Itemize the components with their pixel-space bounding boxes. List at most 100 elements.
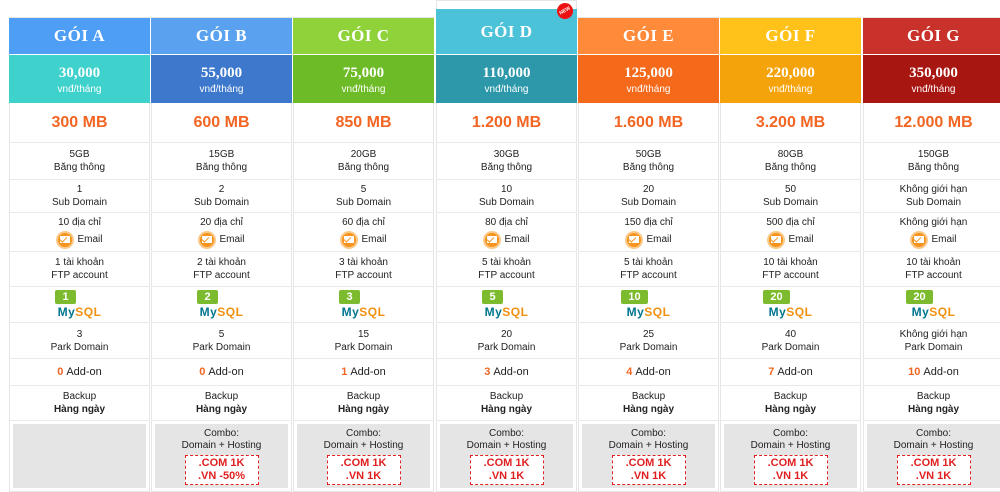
addon-value: 4 [626,366,633,378]
park-domain-row: Không giới hạn Park Domain [863,323,1000,359]
combo-box: Combo: Domain + Hosting .COM 1K .VN -50% [155,424,288,488]
park-domain-label: Park Domain [477,341,536,353]
ftp-row: 2 tài khoản FTP account [151,252,292,287]
subdomain-value: 10 [500,184,513,195]
addon-value: 0 [199,366,206,378]
plan-column: GÓI E 125,000 vnđ/tháng 1.600 MB 50GB Băng th… [578,0,719,492]
mysql-logo-icon: MySQL [626,305,671,319]
bandwidth-row: 50GB Băng thông [578,143,719,180]
email-row: 10 địa chỉ Email [9,213,150,252]
email-value: 150 địa chỉ [624,216,673,228]
addon-row: 1 Add-on [293,359,434,386]
ftp-value: 5 tài khoản [482,257,531,268]
email-label: Email [504,234,530,245]
plan-name: GÓI G [863,18,1000,54]
bandwidth-row: 5GB Băng thông [9,143,150,180]
addon-label: Add-on [350,366,386,378]
bandwidth-row: 15GB Băng thông [151,143,292,180]
ftp-value: 1 tài khoản [55,257,104,268]
bandwidth-label: Băng thông [764,162,817,173]
mysql-count-badge: 20 [763,290,790,304]
email-value: 500 địa chỉ [766,216,815,228]
email-value: 10 địa chỉ [58,216,101,228]
plan-price: 75,000 [342,65,385,81]
backup-value: Hàng ngày [622,404,675,415]
promo-box[interactable]: .COM 1K .VN 1K [326,455,401,485]
plan-price-block: 125,000 vnđ/tháng [578,55,719,103]
mysql-logo-icon: MySQL [484,305,529,319]
mysql-count-badge: 20 [906,290,933,304]
subdomain-value: 20 [642,184,655,195]
plan-name: GÓI F [720,18,861,54]
mysql-row: 5 MySQL [436,287,577,323]
plan-name: GÓI E [578,18,719,54]
subdomain-label: Sub Domain [620,197,677,208]
subdomain-label: Sub Domain [762,197,819,208]
promo-vn: .VN 1K [630,470,667,482]
combo-label: Combo: [630,428,666,439]
bandwidth-value: 30GB [493,149,520,160]
mysql-logo-icon: MySQL [199,305,244,319]
subdomain-row: 5 Sub Domain [293,180,434,213]
subdomain-value: 5 [360,184,367,195]
park-domain-label: Park Domain [50,341,109,353]
addon-value: 1 [341,366,348,378]
promo-vn: .VN 1K [915,470,952,482]
promo-com: .COM 1K [910,457,957,469]
park-domain-value: Không giới hạn [899,328,968,340]
park-domain-row: 40 Park Domain [720,323,861,359]
storage-value: 3.200 MB [720,103,861,143]
park-domain-label: Park Domain [619,341,678,353]
storage-value: 1.200 MB [436,103,577,143]
storage-value: 850 MB [293,103,434,143]
backup-row: Backup Hàng ngày [9,386,150,421]
bandwidth-label: Băng thông [480,162,533,173]
plan-price-block: 55,000 vnđ/tháng [151,55,292,103]
subdomain-row: 10 Sub Domain [436,180,577,213]
promo-vn: .VN 1K [488,470,525,482]
park-domain-row: 5 Park Domain [151,323,292,359]
backup-value: Hàng ngày [764,404,817,415]
email-row: 150 địa chỉ Email [578,213,719,252]
email-icon [56,230,75,249]
combo-label: Combo: [345,428,381,439]
combo-label: Combo: [772,428,808,439]
subdomain-value: Không giới hạn [899,184,968,195]
email-row: 20 địa chỉ Email [151,213,292,252]
bandwidth-row: 30GB Băng thông [436,143,577,180]
backup-label: Backup [489,391,524,402]
addon-value: 0 [57,366,64,378]
email-row: 500 địa chỉ Email [720,213,861,252]
subdomain-row: Không giới hạn Sub Domain [863,180,1000,213]
plan-name: GÓI D [436,9,577,54]
bandwidth-value: 150GB [917,149,950,160]
mysql-row: 3 MySQL [293,287,434,323]
email-row: 60 địa chỉ Email [293,213,434,252]
backup-value: Hàng ngày [195,404,248,415]
mysql-count-badge: 10 [621,290,648,304]
promo-box[interactable]: .COM 1K .VN 1K [896,455,971,485]
bandwidth-row: 150GB Băng thông [863,143,1000,180]
mysql-logo-icon: MySQL [768,305,813,319]
addon-value: 7 [768,366,775,378]
addon-label: Add-on [493,366,529,378]
promo-box[interactable]: .COM 1K .VN 1K [753,455,828,485]
price-period: vnđ/tháng [484,84,529,95]
price-period: vnđ/tháng [768,84,813,95]
subdomain-row: 50 Sub Domain [720,180,861,213]
promo-box[interactable]: .COM 1K .VN 1K [611,455,686,485]
subdomain-label: Sub Domain [478,197,535,208]
promo-box[interactable]: .COM 1K .VN -50% [184,455,259,485]
promo-vn: .VN -50% [197,470,246,482]
email-label: Email [931,234,957,245]
plan-price: 110,000 [482,65,531,81]
promo-com: .COM 1K [483,457,530,469]
ftp-value: 10 tài khoản [906,257,961,268]
bandwidth-label: Băng thông [53,162,106,173]
subdomain-value: 1 [76,184,83,195]
promo-box[interactable]: .COM 1K .VN 1K [469,455,544,485]
subdomain-row: 20 Sub Domain [578,180,719,213]
combo-sub: Domain + Hosting [750,440,831,451]
combo-box: Combo: Domain + Hosting .COM 1K .VN 1K [297,424,430,488]
addon-label: Add-on [208,366,244,378]
